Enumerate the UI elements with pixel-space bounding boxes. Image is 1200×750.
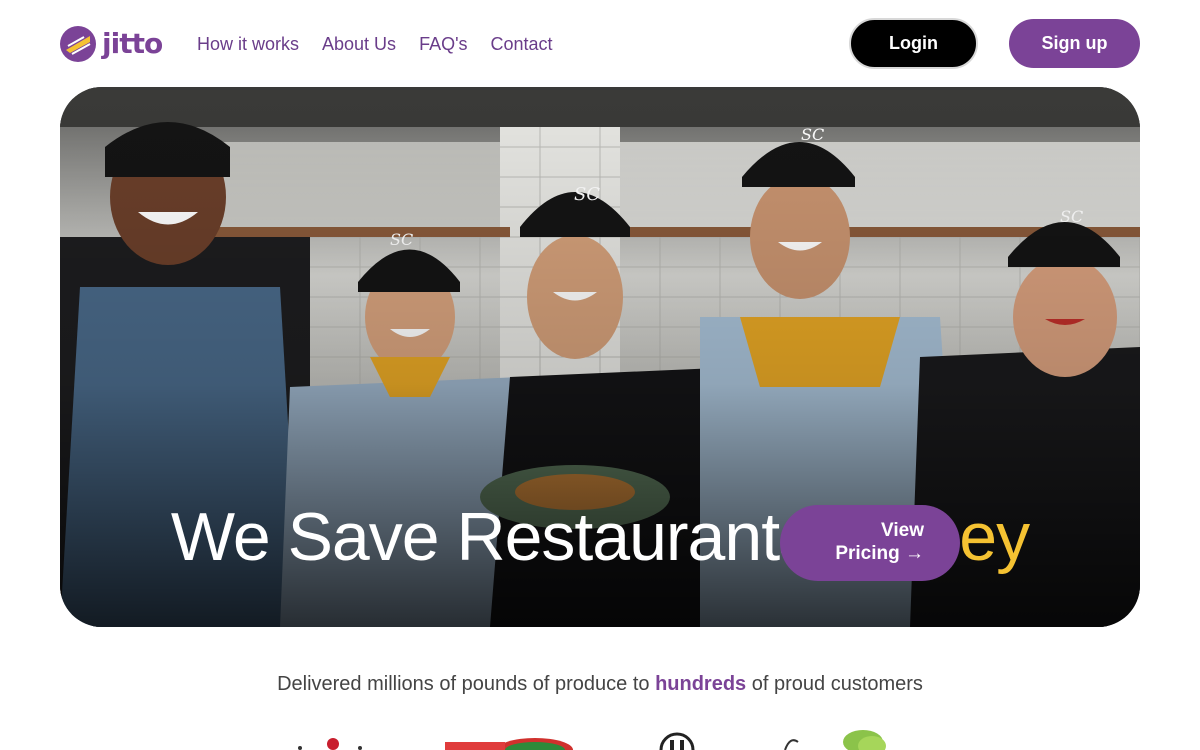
nav-faqs[interactable]: FAQ's <box>419 32 467 56</box>
customer-logo <box>298 738 362 750</box>
hero-banner: SC SC SC SC We Save Restaurants Money Vi… <box>60 87 1140 627</box>
nav-how-it-works[interactable]: How it works <box>197 32 299 56</box>
customer-tagline: Delivered millions of pounds of produce … <box>0 673 1200 696</box>
site-header: jitto How it works About Us FAQ's Contac… <box>0 0 1200 88</box>
nav-about-us[interactable]: About Us <box>322 32 396 56</box>
view-pricing-line2: Pricing → <box>835 543 924 564</box>
tagline-post: of proud customers <box>746 673 923 695</box>
customer-logo <box>445 738 573 750</box>
hero-title-main: We Save Restaurants <box>170 499 830 575</box>
main-nav: How it works About Us FAQ's Contact <box>197 32 553 56</box>
customer-logo <box>784 730 886 750</box>
customer-logos-row <box>0 728 1200 750</box>
nav-contact[interactable]: Contact <box>491 32 553 56</box>
view-pricing-line1: View <box>881 520 924 541</box>
view-pricing-button[interactable]: View Pricing → <box>780 505 960 581</box>
customer-logo <box>659 732 695 750</box>
tagline-highlight: hundreds <box>655 673 747 695</box>
jitto-logo-icon <box>60 26 96 62</box>
hero-title: We Save Restaurants Money <box>60 497 1140 577</box>
tagline-pre: Delivered millions of pounds of produce … <box>277 673 656 695</box>
login-button[interactable]: Login <box>849 18 978 69</box>
jitto-logo[interactable]: jitto <box>60 25 163 63</box>
signup-button[interactable]: Sign up <box>1009 19 1140 68</box>
brand-name: jitto <box>102 27 163 60</box>
